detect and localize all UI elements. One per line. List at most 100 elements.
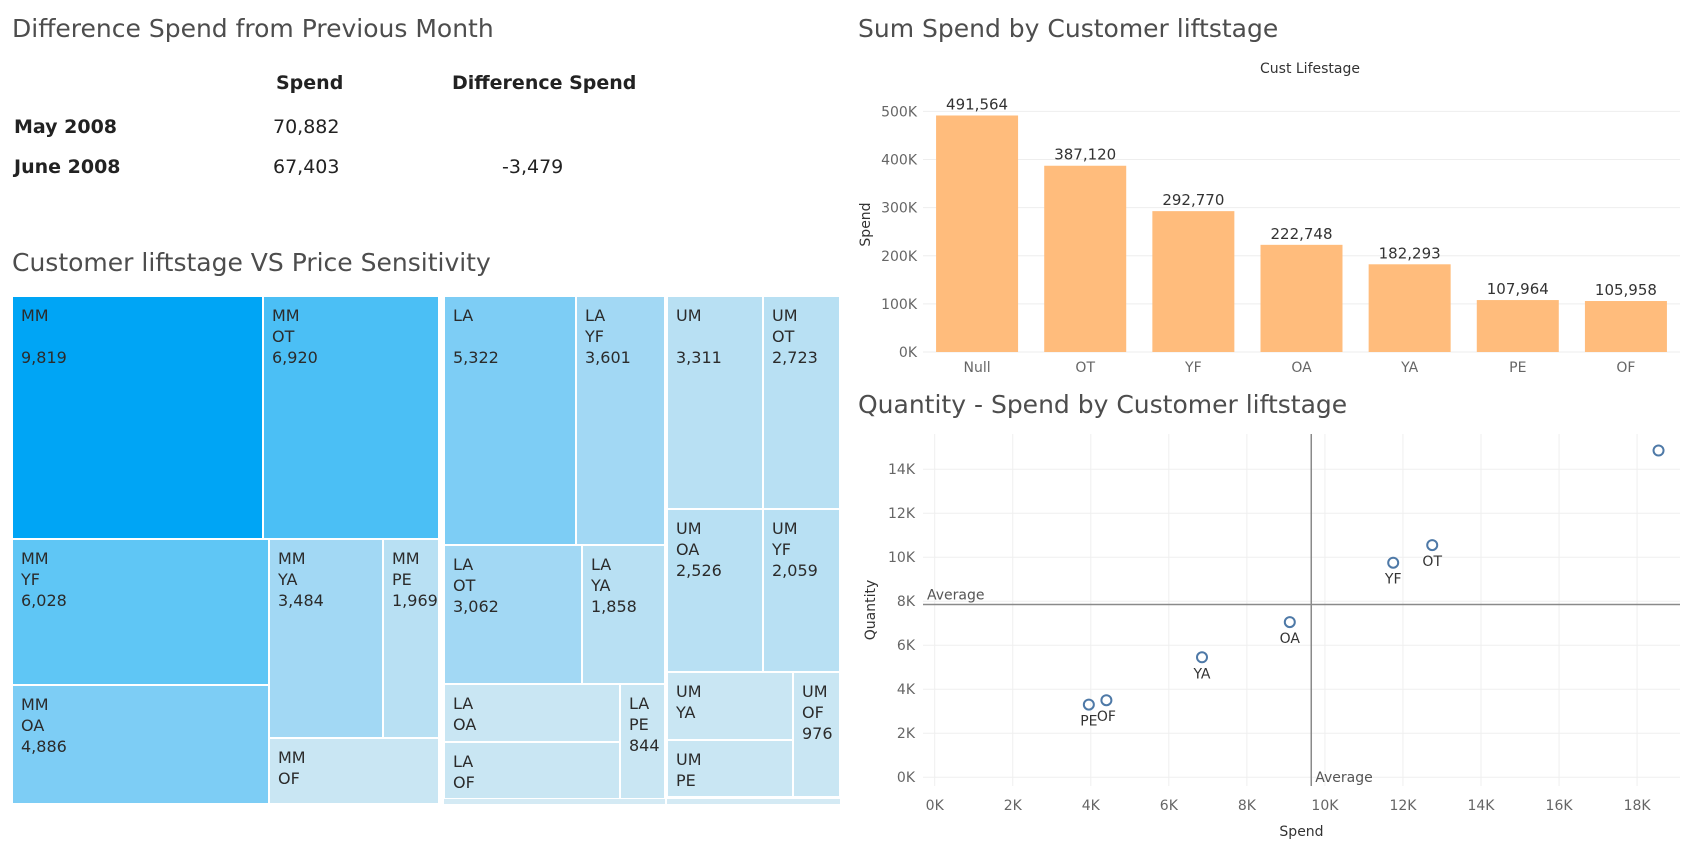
tile-life-label: OA [676, 540, 700, 559]
treemap-tile[interactable]: LA YA 1,858 [582, 545, 665, 684]
treemap-tile[interactable]: UM OT 2,723 [763, 296, 840, 509]
treemap-tile[interactable]: UM YF 2,059 [763, 509, 840, 672]
treemap-tile[interactable]: MM 9,819 [12, 296, 263, 539]
y-tick-label: 200K [881, 249, 918, 265]
x-axis-label: Spend [1279, 824, 1323, 840]
tile-group-label: UM [676, 306, 702, 325]
tile-life-label: OF [453, 773, 475, 792]
bar [1044, 165, 1127, 352]
tile-life-label: YA [591, 576, 611, 595]
treemap-tile[interactable]: MM OA 4,886 [12, 685, 269, 804]
x-tick-label: 12K [1389, 798, 1417, 814]
tile-value-label: 844 [629, 736, 660, 755]
treemap-bottom-strip [444, 799, 840, 804]
bar-value-label: 387,120 [1054, 146, 1116, 164]
treemap-tile[interactable]: MM OT 6,920 [263, 296, 439, 539]
x-tick-label: YF [1184, 360, 1202, 376]
col-header-difference-spend: Difference Spend [452, 72, 637, 94]
treemap-tile[interactable]: MM OF [269, 738, 439, 804]
scatter-point-label: OA [1280, 631, 1301, 647]
bar-value-label: 292,770 [1162, 191, 1224, 209]
tile-value-label: 3,484 [278, 591, 324, 610]
x-tick-label: PE [1509, 360, 1526, 376]
treemap-divider [665, 296, 667, 804]
tile-spacer [453, 326, 575, 347]
scatter-chart: 0K 2K 4K 6K 8K 10K 12K 14K 16K 18K 0K 2K 4K 6K 8K 10K 12… [863, 434, 1680, 840]
tile-value-label: 3,311 [676, 348, 722, 367]
treemap-tile[interactable]: LA OF [444, 742, 620, 799]
x-tick-label: 6K [1160, 798, 1179, 814]
treemap-tile[interactable]: MM PE 1,969 [383, 539, 439, 738]
tile-life-label: PE [629, 715, 649, 734]
tile-group-label: MM [278, 748, 306, 767]
x-tick-label: 10K [1311, 798, 1339, 814]
tile-value-label: 2,059 [772, 561, 818, 580]
y-axis-label: Spend [858, 202, 874, 246]
tile-life-label: YF [772, 540, 791, 559]
treemap-title: Customer liftstage VS Price Sensitivity [12, 248, 491, 277]
treemap: MM 9,819 MM OT 6,920 MM YF 6,028 MM YA 3,484 MM PE 1,… [12, 296, 840, 804]
tile-value-label: 3,601 [585, 348, 631, 367]
row-label-june: June 2008 [14, 156, 121, 178]
treemap-tile[interactable]: LA OT 3,062 [444, 545, 582, 684]
tile-life-label: YA [278, 570, 298, 589]
scatter-point [1283, 616, 1296, 629]
treemap-tile[interactable]: UM OA 2,526 [667, 509, 763, 672]
bar [936, 115, 1019, 352]
treemap-tile[interactable]: MM YA 3,484 [269, 539, 383, 738]
scatter-point-label: YF [1384, 572, 1402, 588]
bar [1584, 301, 1667, 352]
treemap-tile[interactable]: UM 3,311 [667, 296, 763, 509]
tile-life-label: OF [278, 769, 300, 788]
y-tick-label: 4K [897, 682, 916, 698]
tile-group-label: UM [676, 682, 702, 701]
tile-value-label: 1,969 [392, 591, 438, 610]
treemap-tile[interactable]: MM YF 6,028 [12, 539, 269, 685]
bar [1260, 244, 1343, 352]
tile-life-label: YF [585, 327, 604, 346]
scatter-point-label: OT [1422, 554, 1442, 570]
bar-chart: Cust Lifestage 0K 100K 200K 300K 400K 500K Spen… [858, 61, 1680, 376]
tile-group-label: LA [453, 306, 474, 325]
x-tick-label: OA [1291, 360, 1312, 376]
treemap-tile[interactable]: LA PE 844 [620, 684, 665, 799]
diff-table-title: Difference Spend from Previous Month [12, 14, 494, 43]
y-tick-label: 6K [897, 638, 916, 654]
tile-group-label: LA [453, 752, 474, 771]
y-tick-label: 100K [881, 297, 918, 313]
tile-value-label: 2,526 [676, 561, 722, 580]
scatter-point [1652, 444, 1665, 457]
y-axis-label: Quantity [863, 580, 879, 641]
treemap-tile[interactable]: LA YF 3,601 [576, 296, 665, 545]
tile-life-label: OA [453, 715, 477, 734]
y-tick-label: 2K [897, 726, 916, 742]
bar [1368, 264, 1451, 352]
y-tick-label: 0K [899, 345, 918, 361]
tile-group-label: LA [453, 694, 474, 713]
tile-life-label: PE [392, 570, 412, 589]
tile-value-label: 9,819 [21, 348, 67, 367]
average-line-label: Average [1315, 770, 1373, 786]
tile-group-label: MM [21, 695, 49, 714]
treemap-tile[interactable]: UM PE [667, 740, 793, 797]
x-tick-label: 2K [1004, 798, 1023, 814]
tile-life-label: YF [21, 570, 40, 589]
tile-group-label: UM [676, 750, 702, 769]
x-tick-label: OT [1075, 360, 1095, 376]
tile-spacer [676, 326, 762, 347]
scatter-chart-title: Quantity - Spend by Customer liftstage [858, 390, 1348, 419]
row-spend-may: 70,882 [273, 116, 340, 138]
average-line-label: Average [927, 588, 985, 604]
treemap-tile[interactable]: UM OF 976 [793, 672, 840, 797]
tile-value-label: 2,723 [772, 348, 818, 367]
x-tick-label: 14K [1467, 798, 1495, 814]
scatter-point [1100, 694, 1113, 707]
y-tick-label: 12K [888, 506, 916, 522]
treemap-tile[interactable]: LA OA [444, 684, 620, 742]
treemap-tile[interactable]: LA 5,322 [444, 296, 576, 545]
treemap-divider [439, 296, 444, 804]
tile-group-label: UM [676, 519, 702, 538]
bar-value-label: 107,964 [1487, 280, 1549, 298]
tile-life-label: YA [676, 703, 696, 722]
treemap-tile[interactable]: UM YA [667, 672, 793, 740]
